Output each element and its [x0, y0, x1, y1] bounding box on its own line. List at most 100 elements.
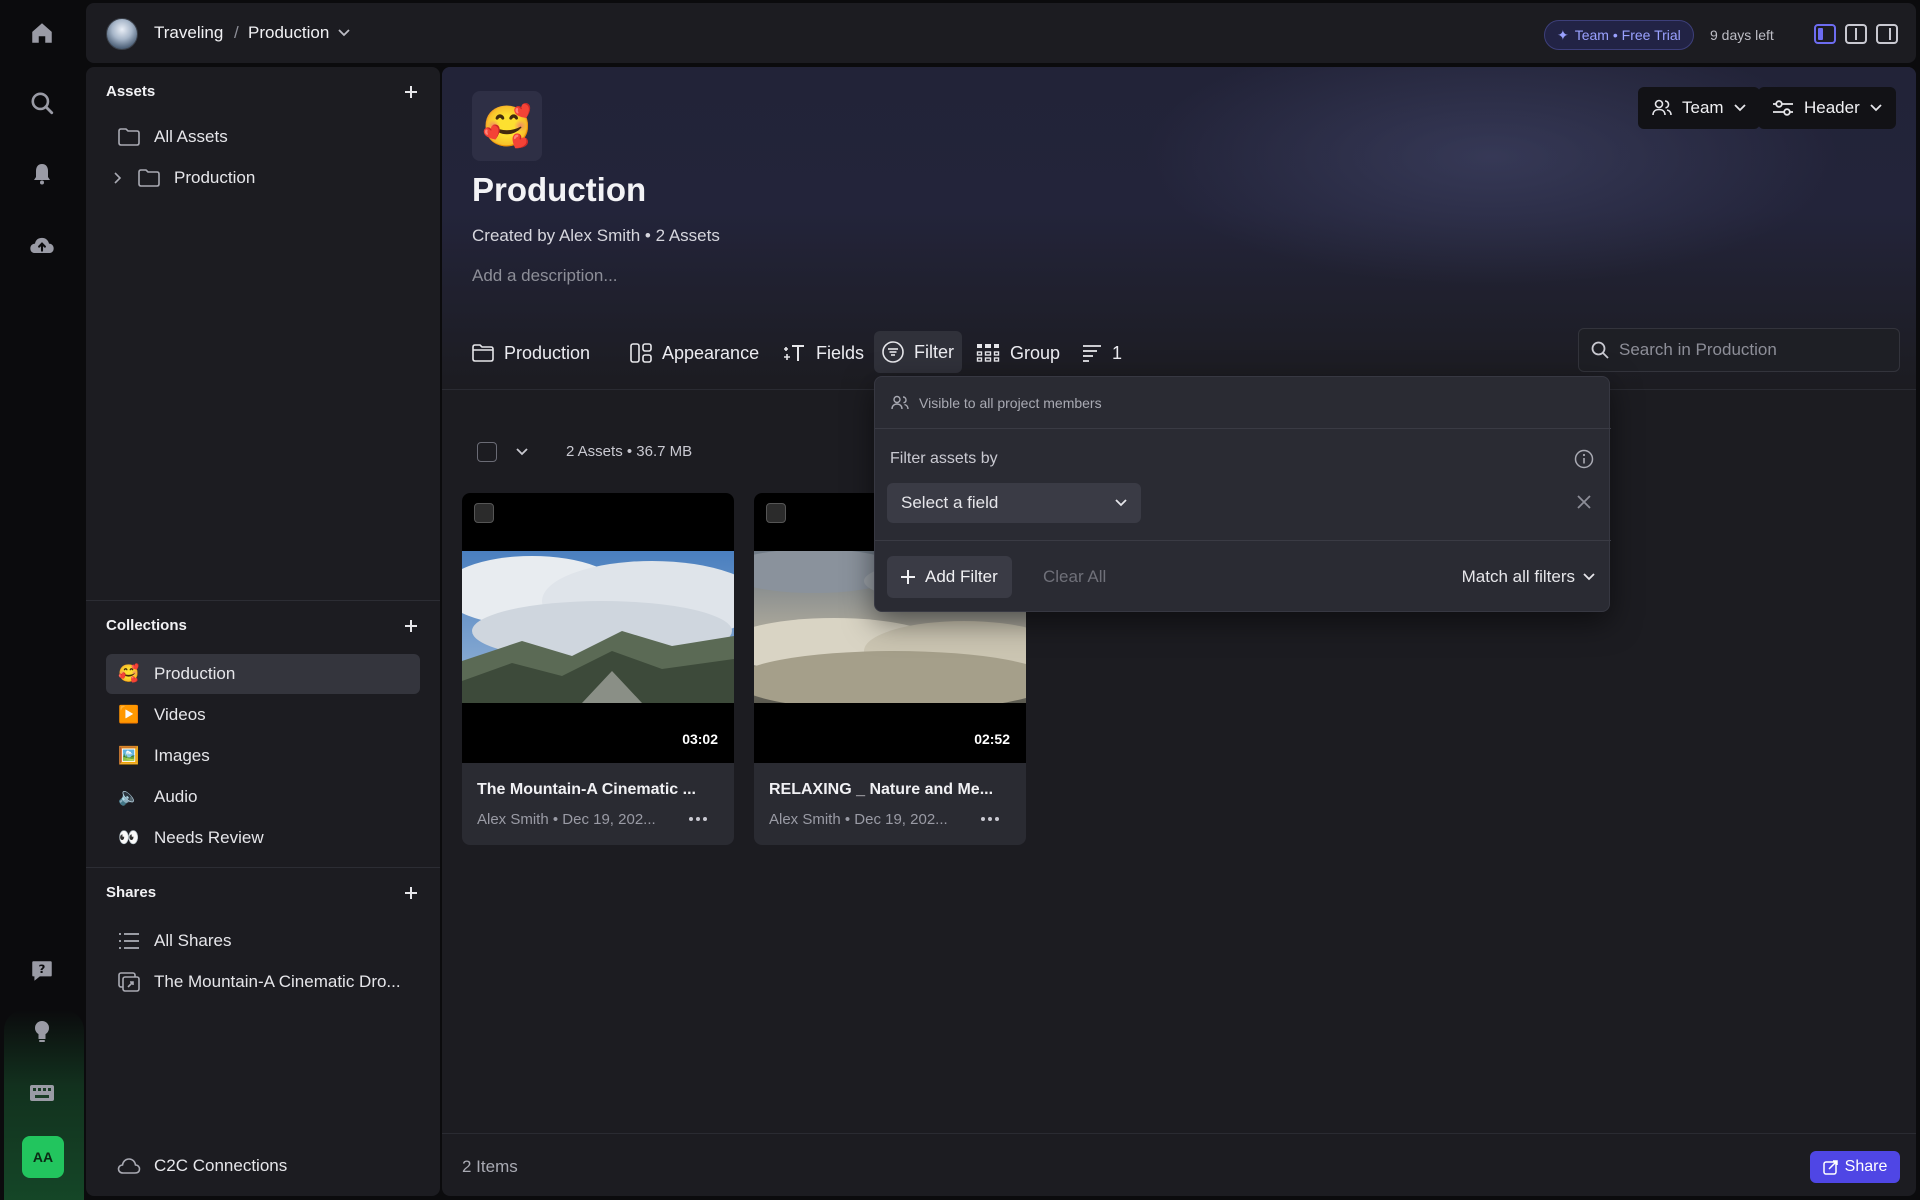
more-options-icon[interactable]: [684, 809, 712, 829]
keyboard-icon[interactable]: [24, 1075, 60, 1111]
collection-meta: Created by Alex Smith • 2 Assets: [472, 226, 720, 245]
sort-lines-icon: [1082, 344, 1102, 362]
sparkle-icon: ✦: [1557, 26, 1569, 43]
toolbar-appearance[interactable]: Appearance: [630, 337, 759, 369]
sidebar-item-collection-videos[interactable]: ▶️ Videos: [106, 695, 420, 735]
sidebar-item-label: Production: [154, 664, 236, 683]
asset-title[interactable]: The Mountain-A Cinematic ...: [477, 781, 722, 799]
more-options-icon[interactable]: [976, 809, 1004, 829]
page-title[interactable]: Production: [472, 171, 646, 209]
sidebar-item-c2c-connections[interactable]: C2C Connections: [106, 1146, 420, 1186]
search-icon[interactable]: [24, 85, 60, 121]
home-icon[interactable]: [24, 15, 60, 51]
share-icon: [1822, 1159, 1839, 1175]
chevron-down-icon[interactable]: [338, 29, 350, 37]
add-share-plus-icon[interactable]: [402, 884, 420, 902]
info-icon[interactable]: [1574, 449, 1594, 469]
layout-right-panel-icon[interactable]: [1876, 24, 1898, 44]
share-icon: [116, 969, 142, 995]
asset-subtitle: Alex Smith • Dec 19, 202...: [769, 811, 948, 828]
filter-label: Filter assets by: [890, 450, 998, 467]
match-mode-dropdown[interactable]: Match all filters: [1462, 567, 1595, 587]
list-icon: [116, 928, 142, 954]
visibility-text: Visible to all project members: [919, 394, 1102, 411]
layout-center-panel-icon[interactable]: [1845, 24, 1867, 44]
play-button-icon: ▶️: [118, 705, 140, 724]
sidebar-item-collection-needs-review[interactable]: 👀 Needs Review: [106, 818, 420, 858]
field-select-value: Select a field: [901, 493, 999, 512]
sidebar-item-collection-images[interactable]: 🖼️ Images: [106, 736, 420, 776]
toolbar-group[interactable]: Group: [976, 337, 1060, 369]
sidebar-item-collection-production[interactable]: 🥰 Production: [106, 654, 420, 694]
users-icon: [891, 395, 909, 411]
visibility-row: Visible to all project members: [875, 377, 1611, 429]
toolbar-sort[interactable]: 1: [1082, 337, 1122, 369]
trial-badge[interactable]: ✦ Team • Free Trial: [1544, 20, 1694, 50]
left-rail: ? AA: [0, 0, 84, 1200]
sidebar-item-share-mountain[interactable]: The Mountain-A Cinematic Dro...: [106, 962, 420, 1002]
speaker-icon: 🔈: [118, 787, 140, 806]
sidebar-item-label: Videos: [154, 705, 206, 724]
layout-left-panel-icon[interactable]: [1814, 24, 1836, 44]
toolbar-fields[interactable]: Fields: [782, 337, 864, 369]
items-count: 2 Items: [462, 1157, 518, 1176]
sidebar-item-label: Audio: [154, 787, 198, 806]
help-icon[interactable]: ?: [24, 953, 60, 989]
sidebar-item-label: Needs Review: [154, 828, 264, 847]
sidebar-item-collection-audio[interactable]: 🔈 Audio: [106, 777, 420, 817]
add-asset-plus-icon[interactable]: [402, 83, 420, 101]
asset-checkbox[interactable]: [474, 503, 494, 523]
sidebar-item-all-shares[interactable]: All Shares: [106, 921, 420, 961]
add-filter-button[interactable]: Add Filter: [887, 556, 1012, 598]
header-settings-button[interactable]: Header: [1758, 87, 1896, 129]
sidebar-item-all-assets[interactable]: All Assets: [106, 117, 420, 157]
eyes-icon: 👀: [118, 828, 140, 847]
select-all-checkbox[interactable]: [477, 442, 497, 462]
search-input[interactable]: [1619, 340, 1879, 360]
days-left-label: 9 days left: [1710, 27, 1774, 43]
sidebar: Assets All Assets Production Collections…: [86, 67, 440, 1196]
sidebar-item-production-folder[interactable]: Production: [106, 158, 420, 198]
team-button[interactable]: Team: [1638, 87, 1760, 129]
chevron-down-icon: [1870, 104, 1882, 112]
chevron-right-icon[interactable]: [114, 172, 128, 184]
shares-section-title: Shares: [106, 884, 157, 901]
field-select[interactable]: Select a field: [887, 483, 1141, 523]
section-divider: [86, 867, 440, 868]
clear-all-button[interactable]: Clear All: [1043, 567, 1106, 587]
sidebar-item-label: All Shares: [154, 931, 232, 950]
asset-title[interactable]: RELAXING _ Nature and Me...: [769, 781, 1014, 799]
svg-text:?: ?: [39, 962, 46, 976]
filter-icon: [882, 341, 904, 363]
lightbulb-icon[interactable]: [24, 1014, 60, 1050]
sidebar-item-label: All Assets: [154, 127, 228, 146]
description-placeholder[interactable]: Add a description...: [472, 266, 618, 286]
bell-icon[interactable]: [24, 156, 60, 192]
toolbar-production[interactable]: Production: [472, 337, 590, 369]
sidebar-item-label: Images: [154, 746, 210, 765]
chevron-down-icon: [1583, 573, 1595, 581]
toolbar-filter[interactable]: Filter: [874, 331, 962, 373]
asset-checkbox[interactable]: [766, 503, 786, 523]
asset-card[interactable]: 03:02 The Mountain-A Cinematic ... Alex …: [462, 493, 734, 845]
smiling-face-hearts-icon: 🥰: [118, 664, 140, 683]
section-divider: [86, 600, 440, 601]
cloud-icon: [116, 1153, 142, 1179]
search-box[interactable]: [1578, 328, 1900, 372]
close-icon[interactable]: [1576, 494, 1592, 510]
add-collection-plus-icon[interactable]: [402, 617, 420, 635]
picture-icon: 🖼️: [118, 746, 140, 765]
filter-popover: Visible to all project members Filter as…: [874, 376, 1611, 612]
collections-section-title: Collections: [106, 617, 187, 634]
breadcrumb-root[interactable]: Traveling: [154, 23, 223, 43]
asset-summary: 2 Assets • 36.7 MB: [566, 443, 693, 460]
share-button[interactable]: Share: [1810, 1151, 1900, 1183]
cloud-upload-icon[interactable]: [24, 228, 60, 264]
footer-divider: [442, 1133, 1916, 1134]
breadcrumb-current[interactable]: Production: [248, 23, 329, 43]
collection-emoji[interactable]: 🥰: [472, 91, 542, 161]
main-panel: 🥰 Production Created by Alex Smith • 2 A…: [442, 67, 1916, 1196]
chevron-down-icon[interactable]: [516, 448, 528, 456]
project-thumbnail[interactable]: [106, 18, 138, 50]
user-avatar[interactable]: AA: [22, 1136, 64, 1178]
